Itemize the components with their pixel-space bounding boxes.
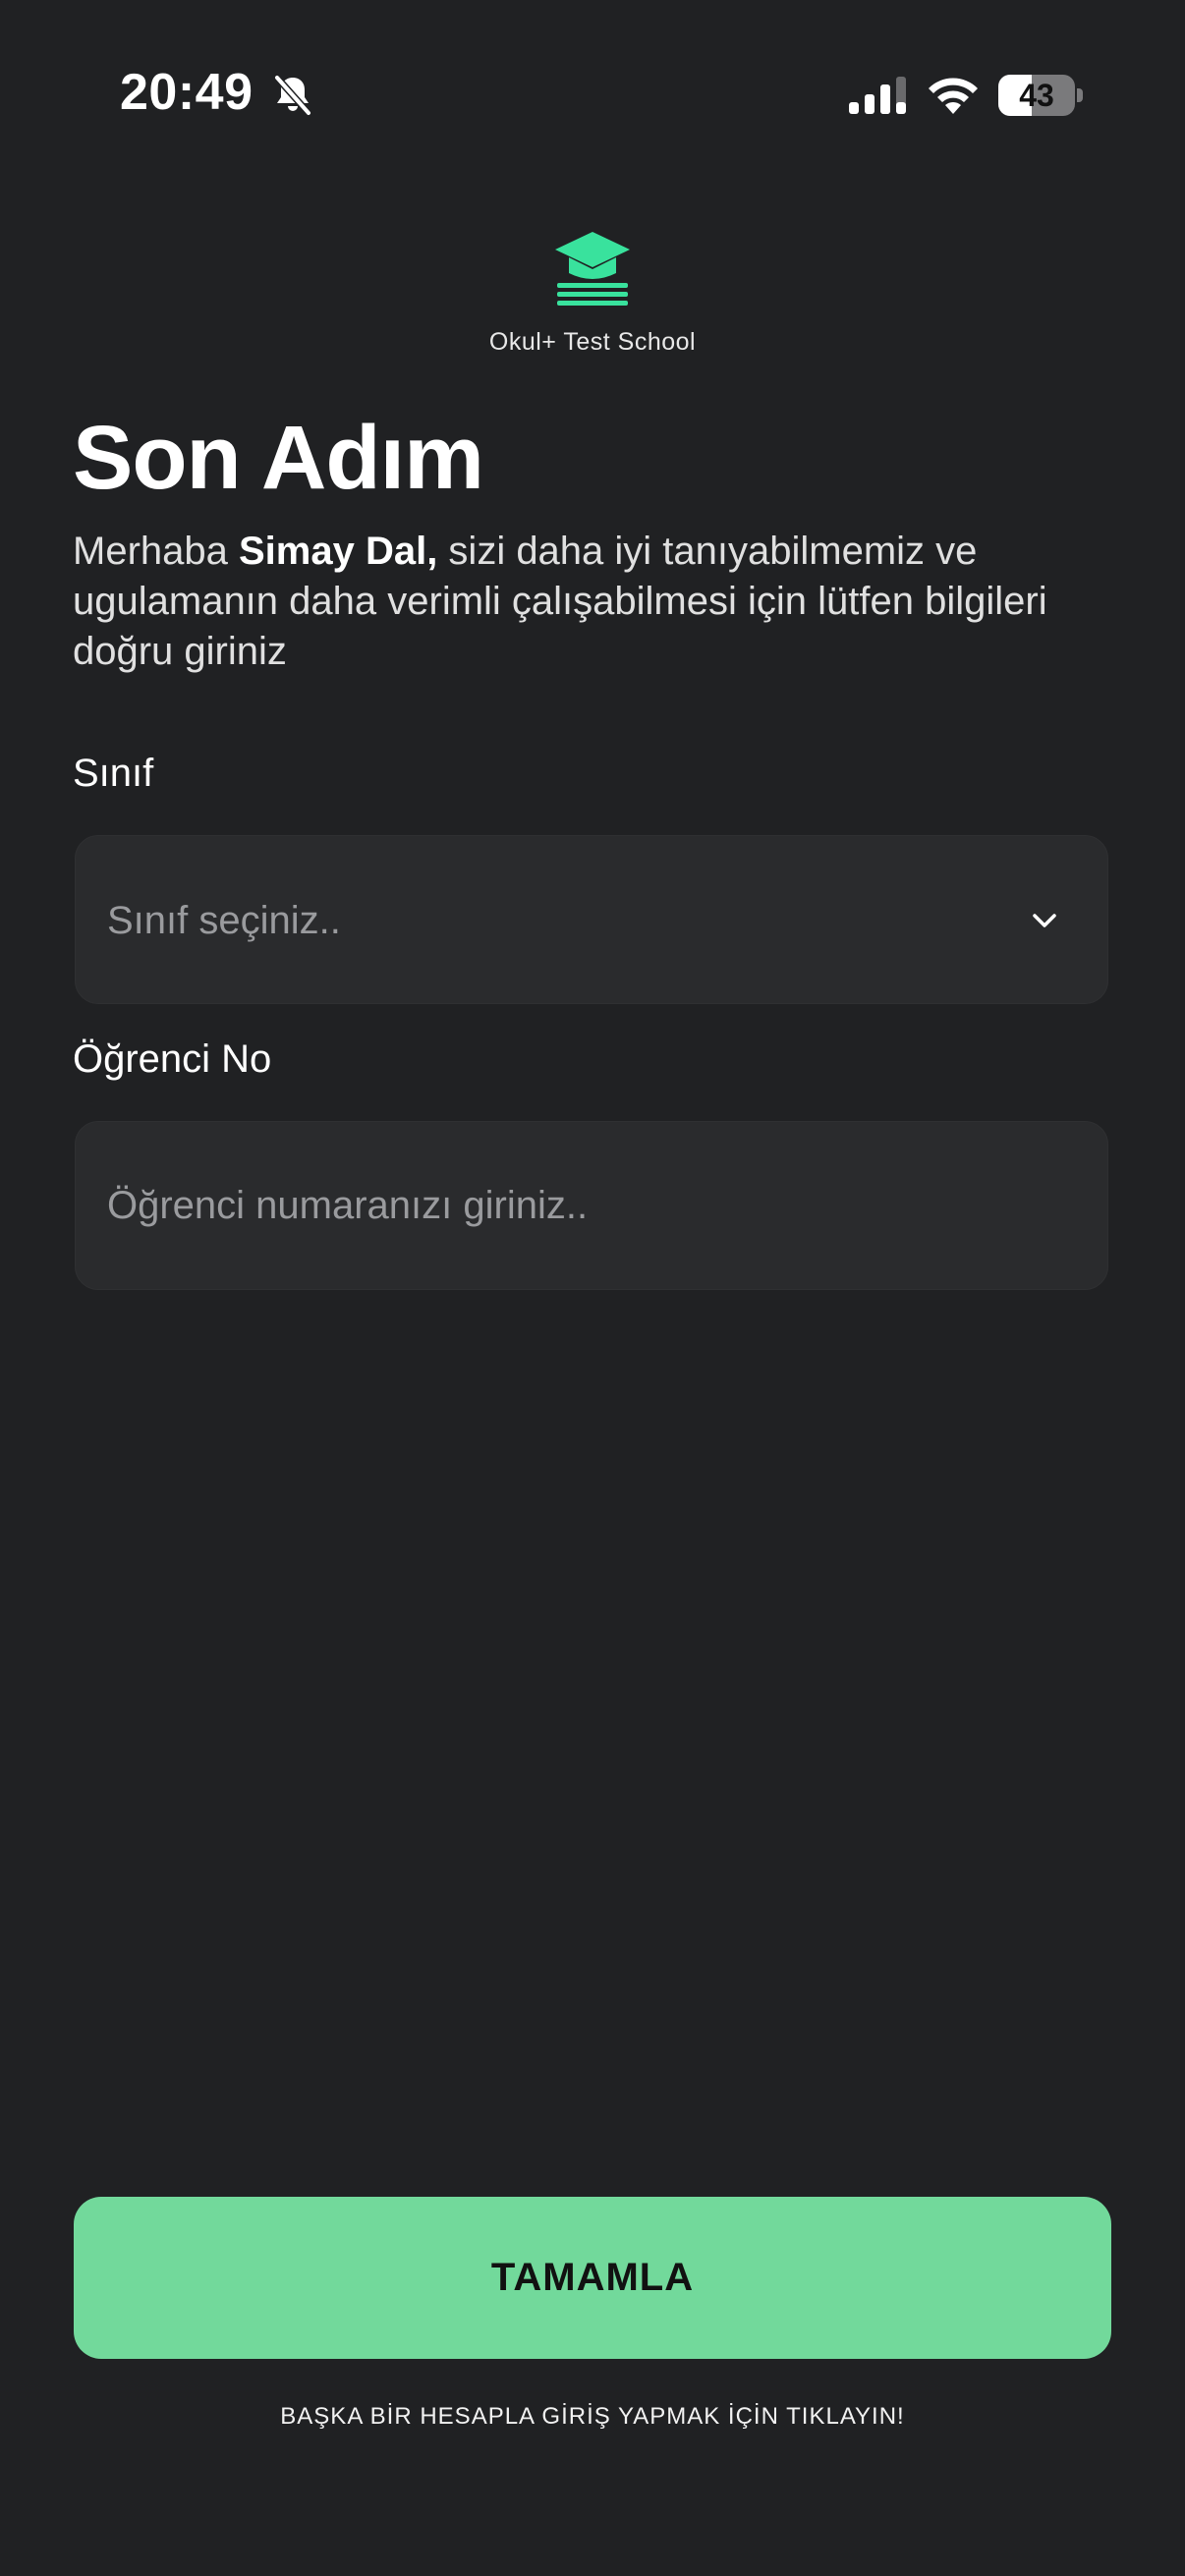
wifi-icon <box>929 78 978 114</box>
student-no-label: Öğrenci No <box>73 1037 272 1081</box>
class-select-placeholder: Sınıf seçiniz.. <box>107 899 341 942</box>
switch-account-link[interactable]: BAŞKA BİR HESAPLA GİRİŞ YAPMAK İÇİN TIKL… <box>0 2403 1185 2431</box>
student-no-field-container <box>75 1121 1108 1290</box>
intro-text: Merhaba Simay Dal, sizi daha iyi tanıyab… <box>73 527 1114 677</box>
battery-level: 43 <box>1019 78 1054 113</box>
class-label: Sınıf <box>73 752 154 795</box>
school-name: Okul+ Test School <box>488 328 697 356</box>
cellular-signal-icon <box>849 77 906 114</box>
page-title: Son Adım <box>73 408 484 508</box>
intro-prefix: Merhaba <box>73 530 239 573</box>
student-no-input[interactable] <box>76 1122 1107 1289</box>
graduation-cap-icon <box>555 232 630 306</box>
battery-icon: 43 <box>998 75 1083 116</box>
class-select[interactable]: Sınıf seçiniz.. <box>75 835 1108 1004</box>
bell-slash-icon <box>273 74 312 116</box>
status-time: 20:49 <box>120 64 254 121</box>
status-bar: 20:49 43 <box>0 0 1185 196</box>
user-name: Simay Dal, <box>238 530 438 573</box>
chevron-down-icon <box>1033 914 1056 927</box>
complete-button[interactable]: TAMAMLA <box>74 2197 1111 2359</box>
